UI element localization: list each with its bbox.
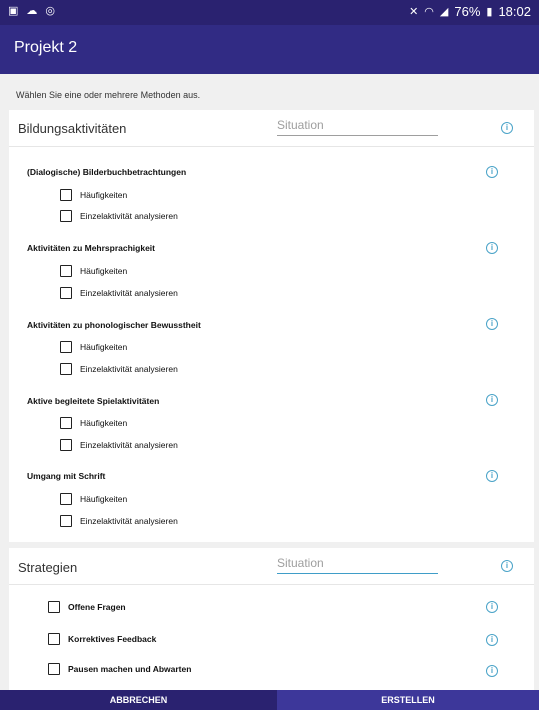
cloud-icon: ☁ (26, 5, 38, 17)
option-label: Häufigkeiten (80, 266, 128, 276)
option-row[interactable]: Häufigkeiten (60, 417, 127, 429)
info-icon[interactable]: i (486, 665, 498, 677)
option-label: Einzelaktivität analysieren (80, 364, 178, 374)
info-icon[interactable]: i (486, 394, 498, 406)
info-icon[interactable]: i (486, 242, 498, 254)
clock: 18:02 (498, 4, 531, 19)
bottom-action-bar: ABBRECHEN ERSTELLEN (0, 690, 539, 710)
strategy-row[interactable]: Offene Fragen (48, 601, 126, 613)
checkbox[interactable] (60, 189, 72, 201)
checkbox[interactable] (60, 341, 72, 353)
bildungsaktivitaeten-card: Bildungsaktivitäten Situation i (Dialogi… (9, 110, 534, 542)
option-row[interactable]: Einzelaktivität analysieren (60, 515, 178, 527)
strategy-label: Korrektives Feedback (68, 634, 157, 644)
info-icon[interactable]: i (486, 470, 498, 482)
wifi-icon: ◠ (424, 5, 434, 18)
checkbox[interactable] (60, 439, 72, 451)
option-label: Einzelaktivität analysieren (80, 288, 178, 298)
page-title: Projekt 2 (14, 39, 78, 56)
checkbox[interactable] (60, 210, 72, 222)
checkbox[interactable] (48, 663, 60, 675)
checkbox[interactable] (60, 493, 72, 505)
cancel-button[interactable]: ABBRECHEN (0, 690, 277, 710)
method-title: Aktive begleitete Spielaktivitäten (27, 396, 160, 406)
strategy-label: Pausen machen und Abwarten (68, 664, 192, 674)
info-icon[interactable]: i (486, 166, 498, 178)
create-button[interactable]: ERSTELLEN (277, 690, 539, 710)
info-icon[interactable]: i (486, 601, 498, 613)
checkbox[interactable] (60, 363, 72, 375)
option-label: Häufigkeiten (80, 190, 128, 200)
option-label: Einzelaktivität analysieren (80, 516, 178, 526)
option-row[interactable]: Häufigkeiten (60, 189, 127, 201)
option-label: Häufigkeiten (80, 494, 128, 504)
info-icon[interactable]: i (486, 634, 498, 646)
checkbox[interactable] (48, 601, 60, 613)
option-row[interactable]: Einzelaktivität analysieren (60, 210, 178, 222)
option-row[interactable]: Einzelaktivität analysieren (60, 363, 178, 375)
option-row[interactable]: Häufigkeiten (60, 493, 127, 505)
mute-icon: ✕ (409, 5, 419, 18)
option-row[interactable]: Häufigkeiten (60, 341, 127, 353)
option-label: Einzelaktivität analysieren (80, 211, 178, 221)
option-label: Häufigkeiten (80, 418, 128, 428)
method-title: Umgang mit Schrift (27, 471, 106, 481)
option-row[interactable]: Einzelaktivität analysieren (60, 287, 178, 299)
battery-percent: 76% (454, 4, 481, 19)
signal-icon: ◢ (439, 5, 449, 18)
checkbox[interactable] (60, 515, 72, 527)
option-label: Häufigkeiten (80, 342, 128, 352)
checkbox[interactable] (48, 633, 60, 645)
section-title: Strategien (18, 560, 78, 575)
checkbox[interactable] (60, 287, 72, 299)
gallery-icon: ▣ (8, 5, 19, 17)
method-title: Aktivitäten zu phonologischer Bewussthei… (27, 320, 201, 330)
info-icon[interactable]: i (501, 122, 513, 134)
app-bar: Projekt 2 (0, 25, 539, 74)
section-title: Bildungsaktivitäten (18, 121, 127, 136)
checkbox[interactable] (60, 265, 72, 277)
method-title: (Dialogische) Bilderbuchbetrachtungen (27, 167, 187, 177)
checkbox[interactable] (60, 417, 72, 429)
method-title: Aktivitäten zu Mehrsprachigkeit (27, 243, 156, 253)
strategy-row[interactable]: Pausen machen und Abwarten (48, 663, 191, 675)
section-header: Strategien Situation i (9, 548, 534, 585)
instruction-text: Wählen Sie eine oder mehrere Methoden au… (16, 90, 201, 100)
strategien-card: Strategien Situation i Offene Fragen i K… (9, 548, 534, 690)
sync-icon: ◎ (45, 5, 56, 17)
status-bar: ▣ ☁ ◎ ✕ ◠ ◢ 76% ▮ 18:02 (0, 0, 539, 25)
option-row[interactable]: Häufigkeiten (60, 265, 127, 277)
situation-input[interactable]: Situation (277, 556, 438, 574)
option-row[interactable]: Einzelaktivität analysieren (60, 439, 178, 451)
option-label: Einzelaktivität analysieren (80, 440, 178, 450)
battery-icon: ▮ (486, 5, 493, 18)
info-icon[interactable]: i (501, 560, 513, 572)
section-header: Bildungsaktivitäten Situation i (9, 110, 534, 147)
strategy-row[interactable]: Korrektives Feedback (48, 633, 156, 645)
situation-input[interactable]: Situation (277, 118, 438, 136)
strategy-label: Offene Fragen (68, 602, 126, 612)
info-icon[interactable]: i (486, 318, 498, 330)
